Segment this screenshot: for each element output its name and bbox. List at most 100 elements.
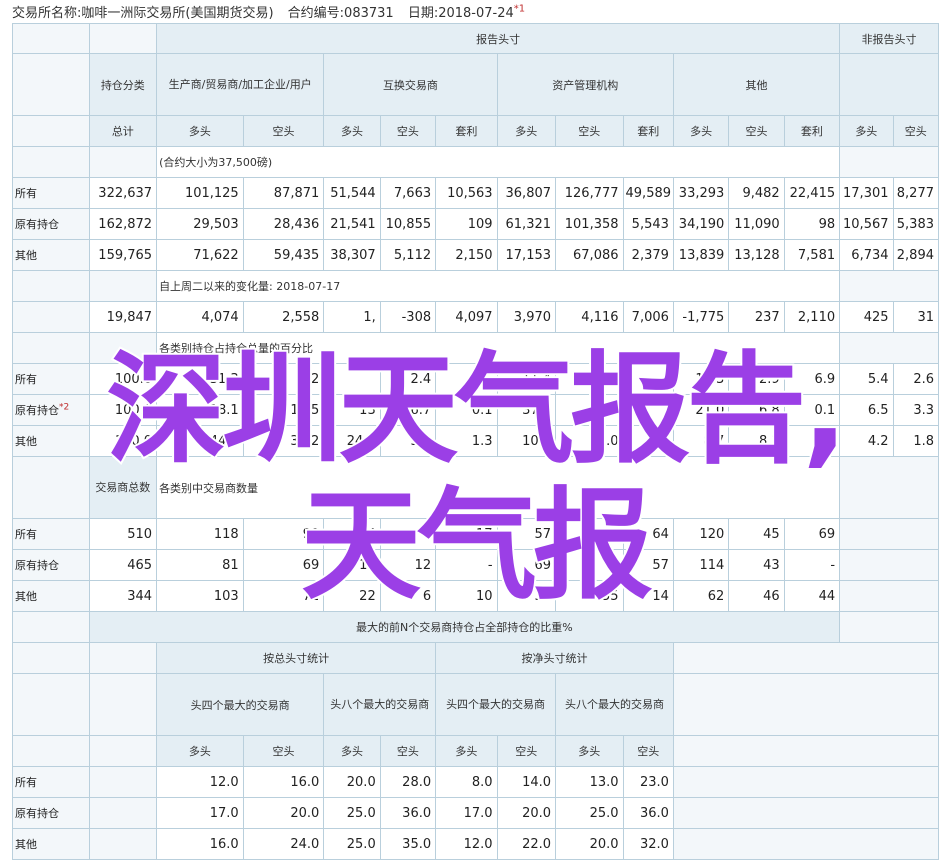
cell: 4.7 — [783, 425, 841, 457]
cell: 33,293 — [672, 177, 730, 209]
cell — [555, 549, 624, 581]
cell: 120 — [672, 518, 730, 550]
row-label: 原有持仓 — [12, 797, 90, 829]
cell: 31.3 — [156, 363, 244, 395]
cell: - — [783, 549, 841, 581]
cell — [435, 363, 498, 395]
cell: 22.0 — [496, 828, 557, 860]
cell: 344 — [88, 580, 158, 612]
cell: 101,125 — [156, 177, 244, 209]
cell: 23.0 — [622, 766, 674, 798]
trader-total-header: 交易商总数 — [88, 456, 158, 519]
cell: 44 — [783, 580, 841, 612]
top8-net-header: 头八个最大的交易商 — [555, 673, 674, 736]
cell: 6.7 — [379, 394, 437, 426]
contract-code: 合约编号:083731 — [287, 6, 394, 21]
cell: 100.0 — [88, 425, 158, 457]
cell — [622, 363, 674, 395]
cell: 12.0 — [435, 828, 498, 860]
cell: 51,544 — [323, 177, 381, 209]
cell: 45 — [728, 518, 785, 550]
cell: 28,436 — [242, 208, 325, 240]
short-header: 空头 — [622, 735, 674, 767]
short-header: 空头 — [379, 735, 437, 767]
cell: 237 — [728, 301, 785, 333]
cell: 10,855 — [379, 208, 437, 240]
cell: 69 — [783, 518, 841, 550]
cell: 62 — [672, 580, 730, 612]
cell: 10,563 — [435, 177, 498, 209]
cell: 37.2 — [242, 425, 325, 457]
cell: 126,777 — [555, 177, 624, 209]
cell: 425 — [839, 301, 894, 333]
net-position-header: 按净头寸统计 — [435, 642, 674, 674]
cell: 7 — [379, 518, 437, 550]
cell: 8.2 — [728, 425, 785, 457]
cell: 25.0 — [323, 828, 381, 860]
cell: 17.0 — [156, 797, 244, 829]
cell: 13,128 — [728, 239, 785, 271]
cell: -308 — [379, 301, 437, 333]
cell: 3.3 — [892, 394, 940, 426]
cell: 7,006 — [622, 301, 674, 333]
cell: 8,277 — [892, 177, 940, 209]
cell: 10.7 — [496, 425, 557, 457]
cell: 12.0 — [156, 766, 244, 798]
cell: 37.6 — [496, 394, 557, 426]
cell: 13.0 — [555, 766, 624, 798]
row-label: 所有 — [12, 518, 90, 550]
report-positions-header: 报告头寸 — [156, 23, 841, 54]
cell: 39 — [555, 363, 624, 395]
row-label: 其他 — [12, 828, 90, 860]
footnote-mark: *1 — [513, 3, 526, 15]
cell: 2,110 — [783, 301, 841, 333]
cell: 2 — [242, 363, 325, 395]
cell: 87,871 — [242, 177, 325, 209]
short-header: 空头 — [555, 115, 624, 147]
producer-header: 生产商/贸易商/加工企业/用户 — [156, 53, 325, 116]
long-header: 多头 — [156, 115, 244, 147]
cell: 4,097 — [435, 301, 498, 333]
cell: 36.0 — [622, 797, 674, 829]
row-label: 原有持仓 — [12, 549, 90, 581]
cell: 14 — [622, 580, 674, 612]
row-label: 其他 — [12, 425, 90, 457]
cell: 67,086 — [555, 239, 624, 271]
cell: 4.2 — [839, 425, 894, 457]
table-row: 其他 100.0 44.8 37.2 24.0 3.2 1.3 10.7 42.… — [12, 425, 940, 457]
table-row: 其他 159,765 71,622 59,435 38,307 5,112 2,… — [12, 239, 940, 271]
table-row: 所有 12.0 16.0 20.0 28.0 8.0 14.0 13.0 23.… — [12, 766, 940, 798]
cell — [323, 363, 381, 395]
cell: 322,637 — [88, 177, 158, 209]
cell: 9,482 — [728, 177, 785, 209]
cell: 72 — [242, 580, 325, 612]
table-row: 所有 100.0 31.3 2 2.4 11.4 39 10.3 2.9 6.9… — [12, 363, 940, 395]
cell: 71,622 — [156, 239, 244, 271]
cell: 62.2 — [555, 394, 624, 426]
cell: 5,383 — [892, 208, 940, 240]
cell: 1.8 — [892, 425, 940, 457]
cell: 118 — [156, 518, 244, 550]
cell: 100.0 — [88, 394, 158, 426]
cell: -1,775 — [672, 301, 730, 333]
cell: 13,839 — [672, 239, 730, 271]
footnote-mark: *2 — [59, 402, 70, 413]
cell: 29,503 — [156, 208, 244, 240]
cell: 2,894 — [892, 239, 940, 271]
cell: 10,567 — [839, 208, 894, 240]
cell: 25.0 — [323, 797, 381, 829]
cell: 0.1 — [435, 394, 498, 426]
long-header: 多头 — [156, 735, 244, 767]
cell: 2.4 — [379, 363, 437, 395]
cell: 59,435 — [242, 239, 325, 271]
short-header: 空头 — [379, 115, 437, 147]
cell: 2,558 — [242, 301, 325, 333]
cell: 162,872 — [88, 208, 158, 240]
cell: 17.5 — [242, 394, 325, 426]
nonreport-positions-header: 非报告头寸 — [839, 23, 939, 54]
cell: 20.0 — [323, 766, 381, 798]
cell: 19,847 — [88, 301, 158, 333]
cell: 2.9 — [728, 363, 785, 395]
cell: 44.8 — [156, 425, 244, 457]
cell: 64 — [622, 518, 674, 550]
